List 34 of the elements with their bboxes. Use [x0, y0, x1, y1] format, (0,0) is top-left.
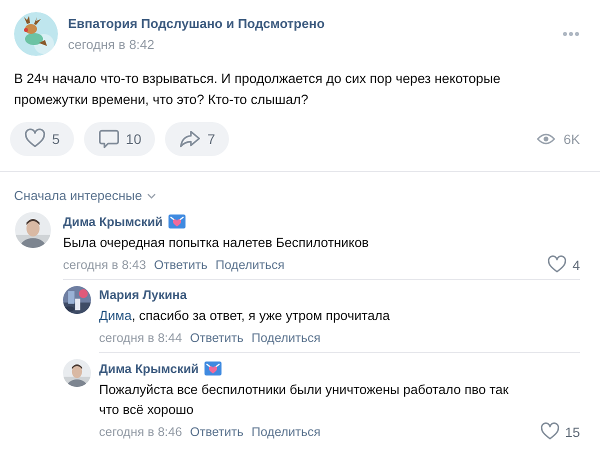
- like-button[interactable]: 15: [540, 422, 580, 442]
- view-count: 6K: [563, 132, 580, 146]
- comment-button[interactable]: 10: [84, 122, 156, 156]
- share-arrow-icon: [179, 128, 202, 150]
- heart-icon: [24, 128, 46, 150]
- comment-text: Была очередная попытка налетев Беспилотников: [63, 234, 370, 252]
- post-text: В 24ч начало что-то взрываться. И продолжается до сих пор через некоторые промежутки времени, что это? Кто-то слышал?: [13, 70, 502, 109]
- post-time: сегодня в 8:42: [68, 37, 156, 52]
- text-link[interactable]: Поделиться: [251, 425, 321, 439]
- heart-icon[interactable]: [540, 422, 560, 442]
- text-link[interactable]: Ответить: [154, 258, 208, 272]
- text-link[interactable]: Поделиться: [251, 331, 321, 345]
- share-button[interactable]: 7: [165, 122, 230, 156]
- text-link[interactable]: Поделиться: [215, 258, 285, 272]
- mention-link[interactable]: Дима: [99, 308, 132, 323]
- community-name[interactable]: Евпатория Подслушано и Подсмотрено: [68, 16, 562, 31]
- like-button[interactable]: 5: [10, 122, 74, 156]
- text-link[interactable]: Ответить: [190, 331, 244, 345]
- speech-bubble-icon: [98, 128, 120, 150]
- user-name[interactable]: Дима Крымский: [63, 214, 163, 228]
- heart-icon[interactable]: [547, 255, 568, 275]
- comment-time: сегодня в 8:46: [99, 425, 182, 439]
- more-icon[interactable]: [562, 31, 580, 37]
- like-button[interactable]: 4: [547, 255, 580, 275]
- eye-icon: [537, 133, 556, 145]
- comment-text: Дима, спасибо за ответ, я уже утром прочитала: [99, 307, 391, 325]
- comment-time: сегодня в 8:43: [63, 258, 146, 272]
- sort-dropdown[interactable]: Сначала интересные: [14, 188, 156, 203]
- user-name[interactable]: Мария Лукина: [99, 288, 187, 302]
- text-link[interactable]: Ответить: [190, 425, 244, 439]
- user-name[interactable]: Дима Крымский: [99, 362, 199, 376]
- chevron-down-icon: [147, 192, 156, 198]
- comment-time: сегодня в 8:44: [99, 331, 182, 345]
- comment-text: Пожалуйста все беспилотники были уничтожены работало пво так что всё хорошо: [99, 381, 510, 419]
